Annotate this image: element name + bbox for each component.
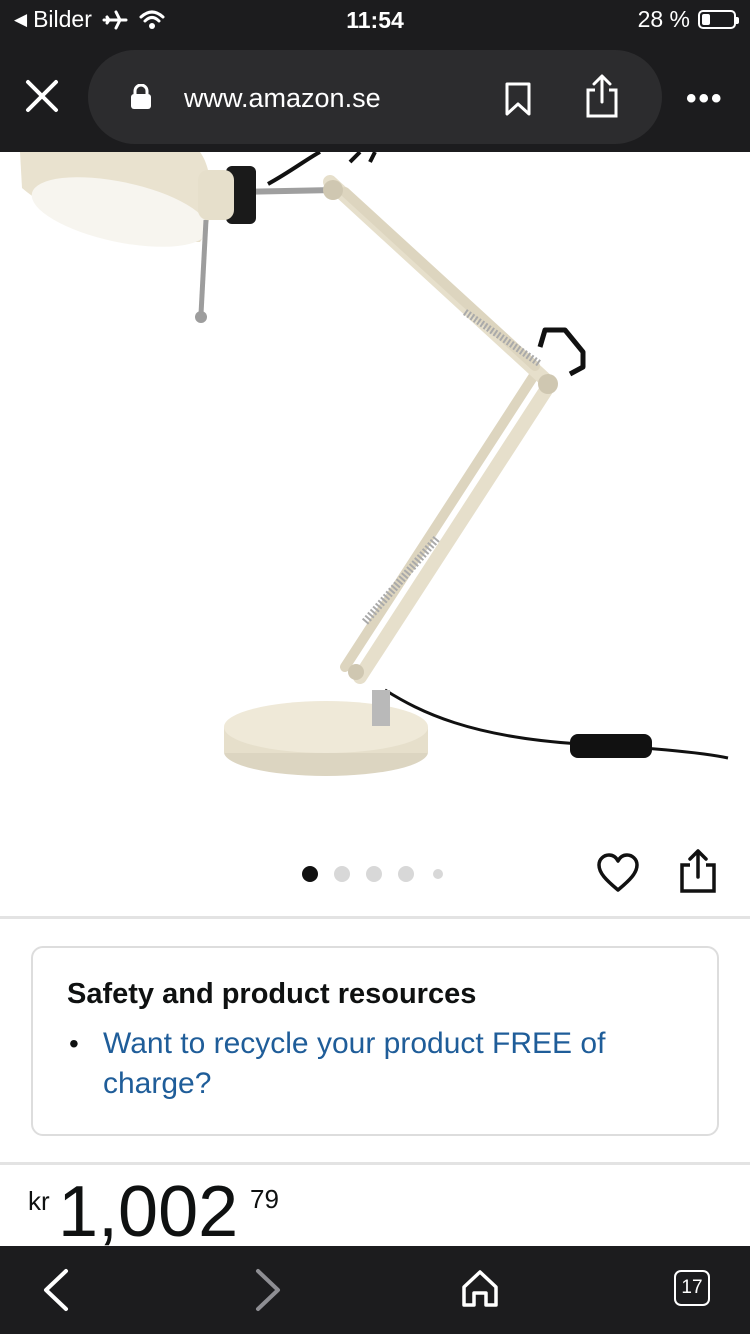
browser-toolbar: www.amazon.se ••• — [0, 42, 750, 152]
pagination-dot[interactable] — [334, 866, 350, 882]
price-whole: 1,002 — [58, 1172, 239, 1252]
bookmark-icon[interactable] — [504, 82, 532, 121]
divider — [0, 916, 750, 919]
forward-arrow-icon[interactable] — [252, 1268, 284, 1317]
status-bar: ◀ Bilder 11:54 28 % — [0, 0, 750, 42]
desk-lamp-illustration — [20, 152, 729, 776]
browser-bottom-toolbar: 17 — [0, 1246, 750, 1334]
pagination-dot[interactable] — [366, 866, 382, 882]
battery-indicator: 28 % — [637, 6, 739, 33]
home-icon[interactable] — [460, 1268, 500, 1313]
url-bar[interactable]: www.amazon.se — [88, 50, 662, 144]
url-text: www.amazon.se — [184, 83, 381, 113]
divider — [0, 1162, 750, 1165]
lock-icon — [130, 83, 152, 115]
price-fraction: 79 — [250, 1184, 279, 1214]
pagination-dot[interactable] — [433, 869, 443, 879]
battery-percent: 28 % — [637, 6, 690, 32]
tabs-button[interactable]: 17 — [674, 1270, 710, 1306]
pagination-dot[interactable] — [398, 866, 414, 882]
share-icon[interactable] — [584, 74, 620, 123]
heart-icon[interactable] — [596, 852, 640, 901]
recycle-link[interactable]: Want to recycle your product FREE of cha… — [103, 1024, 683, 1104]
close-icon[interactable] — [22, 76, 62, 116]
battery-icon — [698, 10, 739, 29]
bullet: • — [69, 1028, 79, 1059]
pagination-dot[interactable] — [302, 866, 318, 882]
browser-top-chrome: ◀ Bilder 11:54 28 % www.amazon.se ••• — [0, 0, 750, 152]
safety-resources-box: Safety and product resources • Want to r… — [31, 946, 719, 1136]
product-image[interactable] — [0, 152, 750, 842]
back-arrow-icon[interactable] — [40, 1268, 72, 1317]
currency-symbol: kr — [28, 1186, 50, 1216]
share-product-icon[interactable] — [678, 848, 718, 899]
image-pagination-dots[interactable] — [302, 866, 459, 882]
safety-title: Safety and product resources — [67, 978, 477, 1010]
more-options-icon[interactable]: ••• — [686, 82, 724, 116]
